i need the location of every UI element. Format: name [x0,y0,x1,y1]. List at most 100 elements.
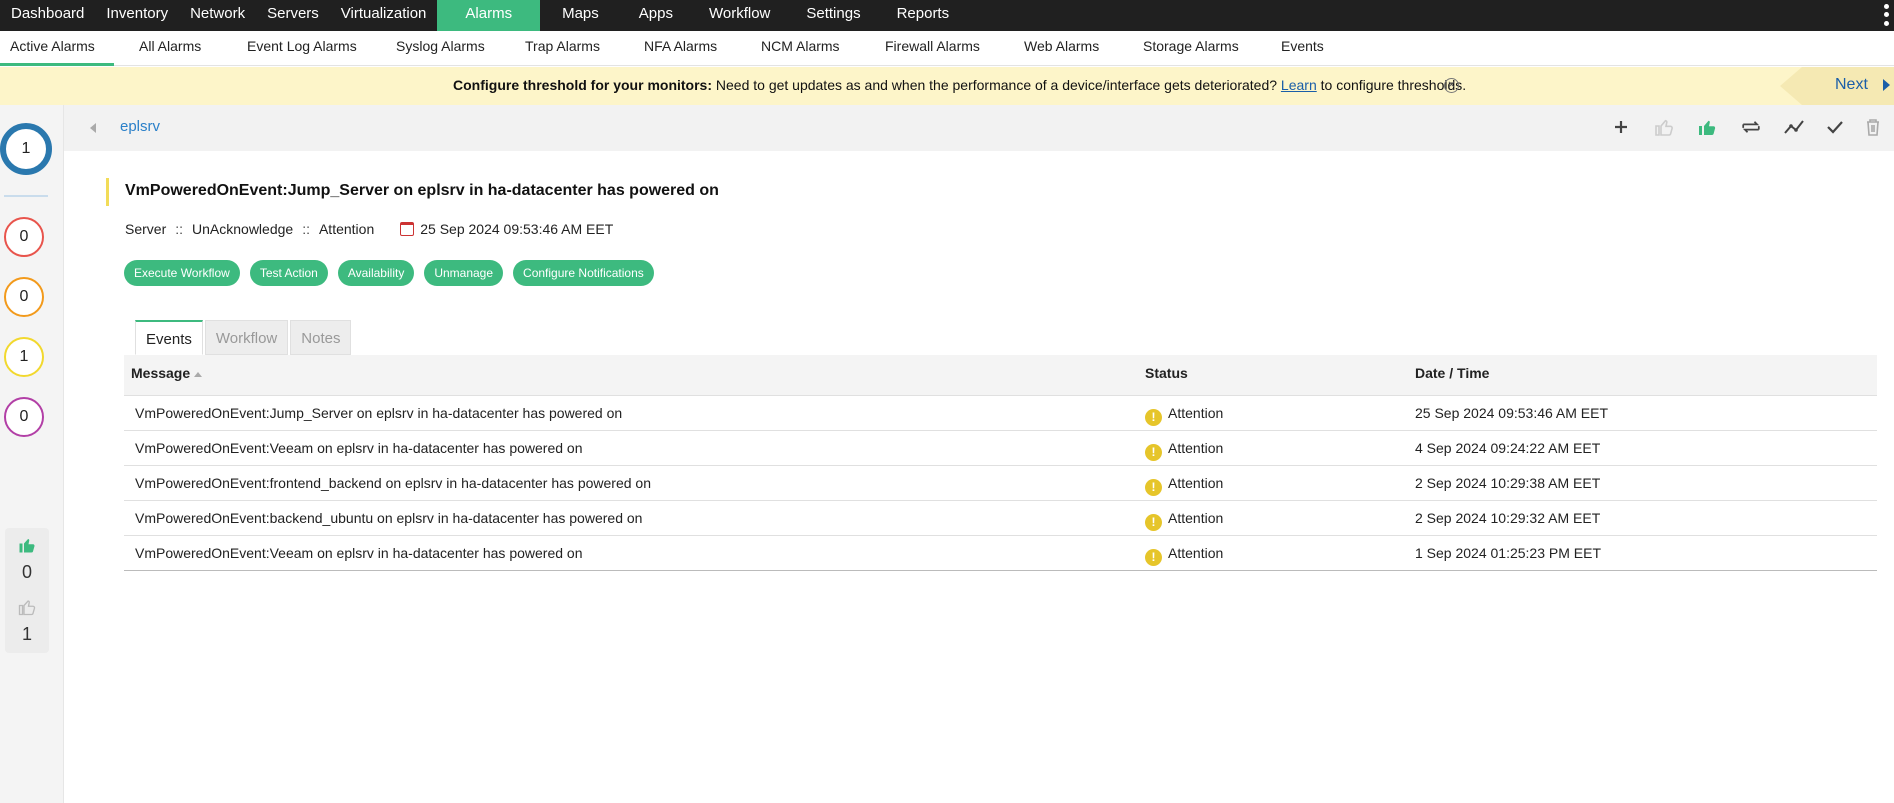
banner-text: Need to get updates as and when the perf… [712,77,1281,93]
nav-dashboard[interactable]: Dashboard [0,0,95,31]
meta-separator: :: [175,221,184,237]
next-label: Next [1835,76,1868,93]
column-datetime-header[interactable]: Date / Time [1415,365,1489,381]
alarm-datetime: 25 Sep 2024 09:53:46 AM EET [420,221,614,237]
sync-icon[interactable] [1738,114,1764,140]
row-message: VmPoweredOnEvent:frontend_backend on epl… [135,475,651,491]
row-status: ! Attention [1145,440,1223,461]
row-message: VmPoweredOnEvent:Jump_Server on eplsrv i… [135,405,623,421]
subnav-web-alarms[interactable]: Web Alarms [1024,31,1099,66]
nav-servers[interactable]: Servers [256,0,330,31]
nav-alarms[interactable]: Alarms [437,0,541,31]
ack-votes-panel: 0 1 [5,528,49,653]
nav-reports[interactable]: Reports [879,0,968,31]
threshold-banner: Configure threshold for your monitors: N… [0,67,1894,105]
breadcrumb-bar: eplsrv [64,105,1894,151]
top-nav: Dashboard Inventory Network Servers Virt… [0,0,1894,31]
events-table: Message Status Date / Time VmPoweredOnEv… [124,355,1877,571]
next-arrow-icon [1883,79,1890,91]
more-menu-icon[interactable] [1882,2,1890,28]
alarms-subnav: Active Alarms All Alarms Event Log Alarm… [0,31,1894,66]
meta-separator: :: [302,221,310,237]
nav-virtualization[interactable]: Virtualization [330,0,438,31]
table-row[interactable]: VmPoweredOnEvent:Veeam on eplsrv in ha-d… [124,431,1877,466]
test-action-button[interactable]: Test Action [249,260,328,286]
nav-maps[interactable]: Maps [540,0,621,31]
subnav-trap-alarms[interactable]: Trap Alarms [525,31,600,66]
delete-icon[interactable] [1860,114,1886,140]
subnav-firewall-alarms[interactable]: Firewall Alarms [885,31,980,66]
attention-icon: ! [1145,479,1162,496]
unmanage-button[interactable]: Unmanage [424,260,504,286]
sort-asc-icon[interactable] [194,371,203,377]
attention-icon: ! [1145,514,1162,531]
table-row[interactable]: VmPoweredOnEvent:Veeam on eplsrv in ha-d… [124,536,1877,571]
tab-workflow[interactable]: Workflow [204,320,289,355]
table-row[interactable]: VmPoweredOnEvent:frontend_backend on epl… [124,466,1877,501]
tab-events[interactable]: Events [135,320,203,355]
thumbs-up-count: 0 [21,562,32,582]
trouble-count-ring[interactable]: 0 [4,277,44,317]
execute-workflow-button[interactable]: Execute Workflow [124,260,240,286]
service-down-count-ring[interactable]: 0 [4,397,44,437]
nav-workflow[interactable]: Workflow [691,0,788,31]
subnav-events[interactable]: Events [1281,31,1324,66]
thumbs-down-icon[interactable] [18,598,36,616]
thumbs-up-icon[interactable] [18,536,36,554]
thumbs-down-outline-icon[interactable] [1651,114,1677,140]
critical-count-ring[interactable]: 0 [4,217,44,257]
column-message-header[interactable]: Message [131,365,203,381]
table-header: Message Status Date / Time [124,355,1877,396]
graph-icon[interactable] [1781,114,1807,140]
row-datetime: 1 Sep 2024 01:25:23 PM EET [1415,545,1602,561]
alarm-severity: Attention [318,221,375,237]
row-status: ! Attention [1145,405,1223,426]
alarm-meta: Server :: UnAcknowledge :: Attention 25 … [125,221,613,237]
alarm-category: Server [125,221,167,237]
availability-button[interactable]: Availability [337,260,415,286]
subnav-storage-alarms[interactable]: Storage Alarms [1143,31,1239,66]
rail-divider [4,195,48,197]
column-status-header[interactable]: Status [1145,365,1188,381]
row-status: ! Attention [1145,510,1223,531]
thumbs-down-count: 1 [21,624,32,644]
row-datetime: 2 Sep 2024 10:29:38 AM EET [1415,475,1601,491]
tab-notes[interactable]: Notes [290,320,352,355]
row-message: VmPoweredOnEvent:backend_ubuntu on eplsr… [135,510,643,526]
alarm-actions: Execute Workflow Test Action Availabilit… [124,260,654,286]
back-arrow-icon[interactable] [90,123,96,133]
subnav-event-log-alarms[interactable]: Event Log Alarms [247,31,357,66]
attention-icon: ! [1145,549,1162,566]
banner-message: Configure threshold for your monitors: N… [453,77,1466,93]
configure-notifications-button[interactable]: Configure Notifications [513,260,654,286]
subnav-ncm-alarms[interactable]: NCM Alarms [761,31,840,66]
nav-inventory[interactable]: Inventory [95,0,179,31]
banner-heading: Configure threshold for your monitors: [453,77,712,93]
calendar-icon [400,222,415,236]
acknowledge-icon[interactable] [1694,114,1720,140]
alarm-ack-state: UnAcknowledge [192,221,294,237]
subnav-all-alarms[interactable]: All Alarms [139,31,201,66]
clear-check-icon[interactable] [1822,114,1848,140]
subnav-syslog-alarms[interactable]: Syslog Alarms [396,31,485,66]
breadcrumb-device[interactable]: eplsrv [120,118,160,135]
add-icon[interactable] [1608,114,1634,140]
table-row[interactable]: VmPoweredOnEvent:backend_ubuntu on eplsr… [124,501,1877,536]
learn-link[interactable]: Learn [1281,77,1317,93]
nav-apps[interactable]: Apps [621,0,691,31]
subnav-nfa-alarms[interactable]: NFA Alarms [644,31,717,66]
row-message: VmPoweredOnEvent:Veeam on eplsrv in ha-d… [135,440,583,456]
close-icon[interactable]: ✕ [1444,78,1459,93]
next-button[interactable]: Next [1780,67,1894,105]
subnav-active-alarms[interactable]: Active Alarms [0,31,114,66]
total-count-ring[interactable]: 1 [0,123,52,175]
row-status: ! Attention [1145,475,1223,496]
table-row[interactable]: VmPoweredOnEvent:Jump_Server on eplsrv i… [124,396,1877,431]
attention-count-ring[interactable]: 1 [4,337,44,377]
row-datetime: 2 Sep 2024 10:29:32 AM EET [1415,510,1601,526]
nav-settings[interactable]: Settings [788,0,878,31]
attention-icon: ! [1145,409,1162,426]
nav-network[interactable]: Network [179,0,256,31]
detail-tabs: Events Workflow Notes [135,320,353,355]
row-message: VmPoweredOnEvent:Veeam on eplsrv in ha-d… [135,545,583,561]
